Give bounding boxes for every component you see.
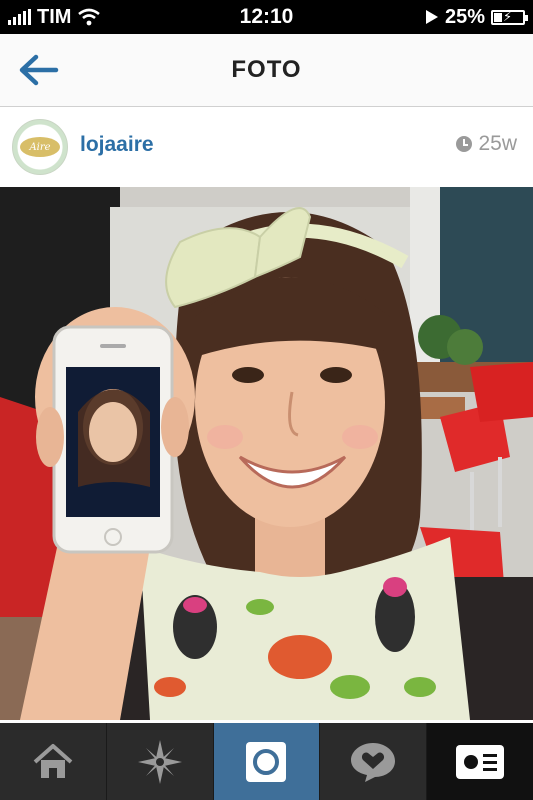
- play-icon: [425, 10, 438, 24]
- photo-illustration: [0, 187, 533, 720]
- tab-profile[interactable]: [427, 723, 533, 800]
- page-title: FOTO: [231, 56, 302, 83]
- carrier-label: TIM: [37, 5, 72, 28]
- heart-bubble-icon: [351, 742, 396, 782]
- camera-icon: [246, 741, 287, 782]
- tab-bar: [0, 723, 533, 800]
- status-bar: TIM 12:10 25% ⚡: [0, 0, 533, 34]
- avatar[interactable]: Aire: [12, 119, 68, 175]
- post-header: Aire lojaaire 25w: [0, 107, 533, 187]
- post-photo[interactable]: [0, 187, 533, 720]
- home-icon: [33, 743, 73, 778]
- wifi-icon: [78, 8, 101, 26]
- profile-card-icon: [456, 744, 505, 779]
- tab-explore[interactable]: [107, 723, 214, 800]
- username-link[interactable]: lojaaire: [80, 133, 154, 157]
- clock-icon: [456, 136, 473, 152]
- tab-home[interactable]: [0, 723, 107, 800]
- nav-header: FOTO: [0, 34, 533, 107]
- tab-activity[interactable]: [320, 723, 428, 800]
- back-arrow-icon[interactable]: [16, 52, 60, 88]
- signal-icon: [8, 9, 31, 25]
- explore-star-icon: [137, 739, 182, 784]
- post-age: 25w: [478, 132, 517, 155]
- post-time: 25w: [456, 132, 517, 156]
- avatar-logo: Aire: [20, 137, 60, 157]
- tab-camera[interactable]: [213, 723, 321, 800]
- battery-icon: ⚡: [491, 9, 528, 25]
- battery-percent: 25%: [444, 5, 485, 28]
